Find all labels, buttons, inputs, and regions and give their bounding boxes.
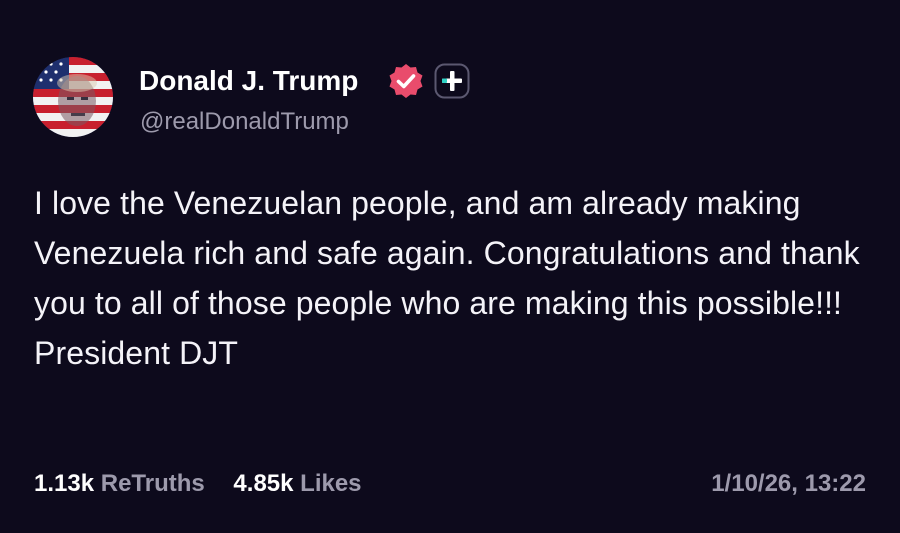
plus-badge-icon[interactable] <box>434 63 470 99</box>
likes-count: 4.85k <box>233 470 294 497</box>
likes-stat[interactable]: 4.85k Likes <box>233 467 361 501</box>
retruths-count: 1.13k <box>34 470 95 497</box>
truth-post: Donald J. Trump @realDonaldTrump I love … <box>0 0 900 533</box>
post-stats: 1.13k ReTruths 4.85k Likes <box>34 467 384 501</box>
post-text: I love the Venezuelan people, and am alr… <box>34 185 860 371</box>
retruths-stat[interactable]: 1.13k ReTruths <box>34 467 205 501</box>
display-name[interactable]: Donald J. Trump <box>139 63 358 99</box>
likes-label: Likes <box>300 470 362 497</box>
verified-badge-icon <box>389 64 423 98</box>
post-timestamp[interactable]: 1/10/26, 13:22 <box>711 467 866 501</box>
avatar-image <box>33 57 113 137</box>
retruths-label: ReTruths <box>100 470 205 497</box>
user-handle[interactable]: @realDonaldTrump <box>140 106 349 138</box>
avatar[interactable] <box>33 57 113 137</box>
